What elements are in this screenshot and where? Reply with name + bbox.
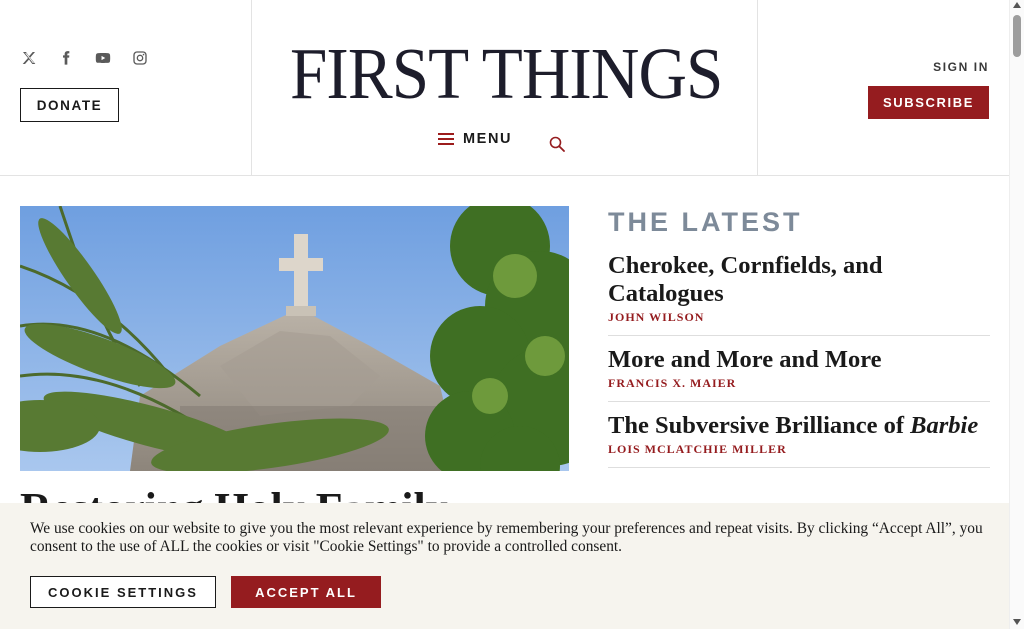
instagram-icon[interactable] bbox=[131, 49, 149, 67]
scroll-up-arrow-icon[interactable] bbox=[1013, 2, 1021, 8]
facebook-icon[interactable] bbox=[57, 49, 75, 67]
header-right: SIGN IN SUBSCRIBE bbox=[758, 0, 1009, 175]
site-logo[interactable]: FIRST THINGS bbox=[290, 30, 723, 114]
accept-all-button[interactable]: ACCEPT ALL bbox=[231, 576, 381, 608]
scroll-down-arrow-icon[interactable] bbox=[1013, 619, 1021, 625]
header-left: DONATE bbox=[0, 0, 252, 175]
latest-heading: THE LATEST bbox=[608, 207, 803, 237]
menu-button[interactable]: MENU bbox=[438, 131, 512, 147]
logo-text: FIRST THINGS bbox=[290, 33, 723, 114]
article-title[interactable]: More and More and More bbox=[608, 346, 882, 373]
scroll-thumb[interactable] bbox=[1013, 15, 1021, 57]
cookie-settings-button[interactable]: COOKIE SETTINGS bbox=[30, 576, 216, 608]
article-author[interactable]: LOIS MCLATCHIE MILLER bbox=[608, 442, 990, 457]
article-author[interactable]: FRANCIS X. MAIER bbox=[608, 376, 990, 391]
menu-label: MENU bbox=[463, 131, 513, 147]
subscribe-button[interactable]: SUBSCRIBE bbox=[868, 86, 989, 119]
article-title-emphasis: Barbie bbox=[910, 412, 979, 439]
hero-image[interactable] bbox=[20, 206, 569, 471]
cookie-message: We use cookies on our website to give yo… bbox=[30, 520, 983, 555]
article-title[interactable]: The Subversive Brilliance of Barbie bbox=[608, 412, 978, 439]
cookie-banner: We use cookies on our website to give yo… bbox=[0, 503, 1009, 629]
list-item: The Subversive Brilliance of Barbie LOIS… bbox=[608, 402, 990, 468]
list-item: Cherokee, Cornfields, and Catalogues JOH… bbox=[608, 252, 990, 336]
list-item: More and More and More FRANCIS X. MAIER bbox=[608, 336, 990, 402]
social-links bbox=[20, 49, 149, 67]
search-icon[interactable] bbox=[549, 136, 565, 152]
article-title[interactable]: Cherokee, Cornfields, and Catalogues bbox=[608, 252, 883, 307]
article-author[interactable]: JOHN WILSON bbox=[608, 310, 990, 325]
youtube-icon[interactable] bbox=[94, 49, 112, 67]
church-cross-photo bbox=[20, 206, 569, 471]
sign-in-link[interactable]: SIGN IN bbox=[933, 60, 989, 74]
article-title-text: The Subversive Brilliance of bbox=[608, 412, 911, 439]
site-header: DONATE FIRST THINGS MENU SIGN IN SUBSCRI… bbox=[0, 0, 1009, 176]
donate-button[interactable]: DONATE bbox=[20, 88, 119, 122]
latest-section: THE LATEST Cherokee, Cornfields, and Cat… bbox=[608, 206, 990, 468]
header-center: FIRST THINGS MENU bbox=[252, 0, 758, 175]
hamburger-icon bbox=[438, 133, 454, 145]
page-scrollbar[interactable] bbox=[1009, 0, 1024, 629]
x-twitter-icon[interactable] bbox=[20, 49, 38, 67]
